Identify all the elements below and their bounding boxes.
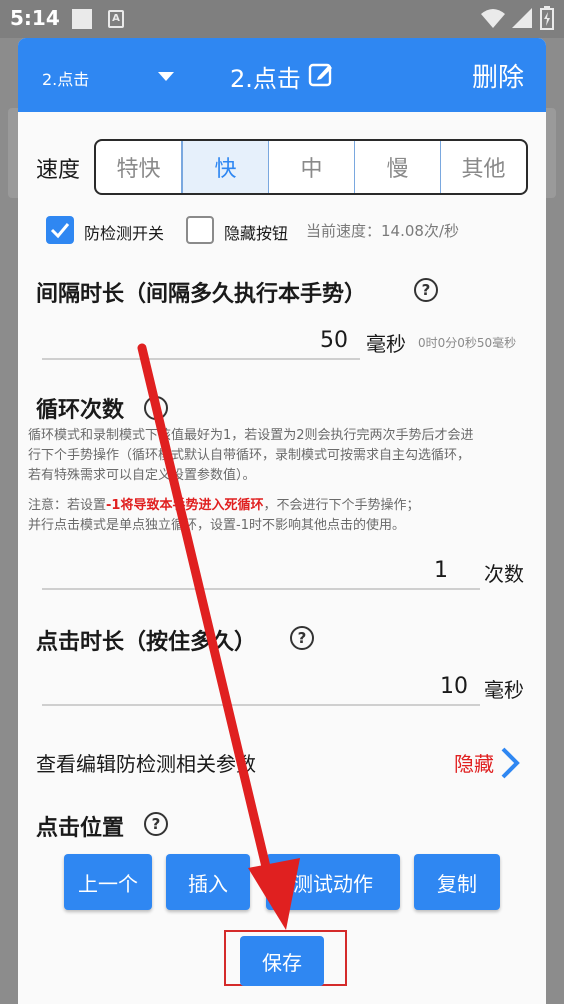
speed-label: 速度 <box>36 158 81 183</box>
edit-icon[interactable] <box>308 61 334 87</box>
current-speed-text: 当前速度：14.08次/秒 <box>306 222 459 240</box>
loop-desc-line: 行下个手势操作（循环模式默认自带循环，录制模式可按需求自主勾选循环， <box>28 448 471 463</box>
notification-square-icon <box>72 9 92 29</box>
loop-note: 注意：若设置-1将导致本手势进入死循环，不会进行下个手势操作； 并行点击模式是单… <box>28 496 533 536</box>
interval-help-icon[interactable]: ? <box>414 278 438 302</box>
speed-option-other[interactable]: 其他 <box>441 141 526 193</box>
signal-icon <box>512 8 532 28</box>
loop-desc-line: 若有特殊需求可以自定义设置参数值）。 <box>28 468 256 483</box>
prev-button[interactable]: 上一个 <box>64 854 152 910</box>
hide-button-label: 隐藏按钮 <box>224 224 289 243</box>
anti-detect-label: 防检测开关 <box>84 224 165 243</box>
anti-detect-params-label: 查看编辑防检测相关参数 <box>36 752 256 776</box>
battery-icon <box>540 6 554 30</box>
status-bar: 5:14 A <box>0 0 564 38</box>
click-duration-unit: 毫秒 <box>484 678 524 702</box>
dialog-title: 2.点击 <box>230 65 301 93</box>
loop-note-suffix: ，不会进行下个手势操作； <box>263 498 420 513</box>
gesture-edit-dialog: 2.点击 2.点击 删除 速度 特快 快 中 慢 其他 防检测开关 隐藏按钮 当… <box>18 38 546 1004</box>
click-duration-help-icon[interactable]: ? <box>290 626 314 650</box>
save-button[interactable]: 保存 <box>240 936 324 986</box>
speed-option-slow[interactable]: 慢 <box>355 141 441 193</box>
loop-note-line: 并行点击模式是单点独立循环，设置-1时不影响其他点击的使用。 <box>28 518 405 533</box>
speed-option-fast[interactable]: 快 <box>182 141 269 193</box>
interval-underline <box>42 358 360 360</box>
click-duration-value: 10 <box>440 674 468 699</box>
loop-description: 循环模式和录制模式下该值最好为1，若设置为2则会执行完两次手势后才会进 行下个手… <box>28 426 533 486</box>
speed-option-extra-fast[interactable]: 特快 <box>96 141 182 193</box>
loop-note-line: 注意：若设置-1将导致本手势进入死循环，不会进行下个手势操作； <box>28 496 533 516</box>
loop-unit: 次数 <box>484 562 524 586</box>
speed-segmented-control: 特快 快 中 慢 其他 <box>94 139 528 195</box>
insert-button[interactable]: 插入 <box>166 854 250 910</box>
dialog-header: 2.点击 2.点击 删除 <box>18 38 546 112</box>
loop-note-prefix: 注意：若设置 <box>28 498 107 513</box>
loop-underline <box>42 588 480 590</box>
delete-button[interactable]: 删除 <box>472 57 524 94</box>
test-action-button[interactable]: 测试动作 <box>266 854 400 910</box>
speed-option-medium[interactable]: 中 <box>269 141 355 193</box>
interval-title: 间隔时长（间隔多久执行本手势） <box>36 282 367 307</box>
copy-button[interactable]: 复制 <box>414 854 500 910</box>
gesture-select-label: 2.点击 <box>42 70 90 89</box>
loop-value: 1 <box>434 558 448 583</box>
chevron-right-icon[interactable] <box>498 746 522 780</box>
hide-button-checkbox[interactable] <box>186 216 214 244</box>
anti-detect-params-toggle[interactable]: 隐藏 <box>454 748 494 777</box>
click-duration-underline <box>42 704 480 706</box>
loop-title: 循环次数 <box>36 398 125 423</box>
loop-note-warning: -1将导致本手势进入死循环 <box>106 498 264 513</box>
check-icon <box>50 223 70 239</box>
notification-a-icon: A <box>108 10 124 28</box>
gesture-select-dropdown[interactable]: 2.点击 <box>28 56 178 94</box>
anti-detect-checkbox[interactable] <box>46 216 74 244</box>
interval-value: 50 <box>320 328 348 353</box>
wifi-icon <box>481 9 505 28</box>
loop-desc-line: 循环模式和录制模式下该值最好为1，若设置为2则会执行完两次手势后才会进 <box>28 428 474 443</box>
dropdown-arrow-icon <box>158 72 174 81</box>
click-position-help-icon[interactable]: ? <box>144 812 168 836</box>
click-position-title: 点击位置 <box>36 816 125 841</box>
status-time: 5:14 <box>10 6 60 30</box>
interval-hint: 0时0分0秒50毫秒 <box>418 336 517 350</box>
interval-unit: 毫秒 <box>366 332 406 356</box>
click-duration-title: 点击时长（按住多久） <box>36 630 257 655</box>
loop-help-icon[interactable]: ? <box>144 396 168 420</box>
